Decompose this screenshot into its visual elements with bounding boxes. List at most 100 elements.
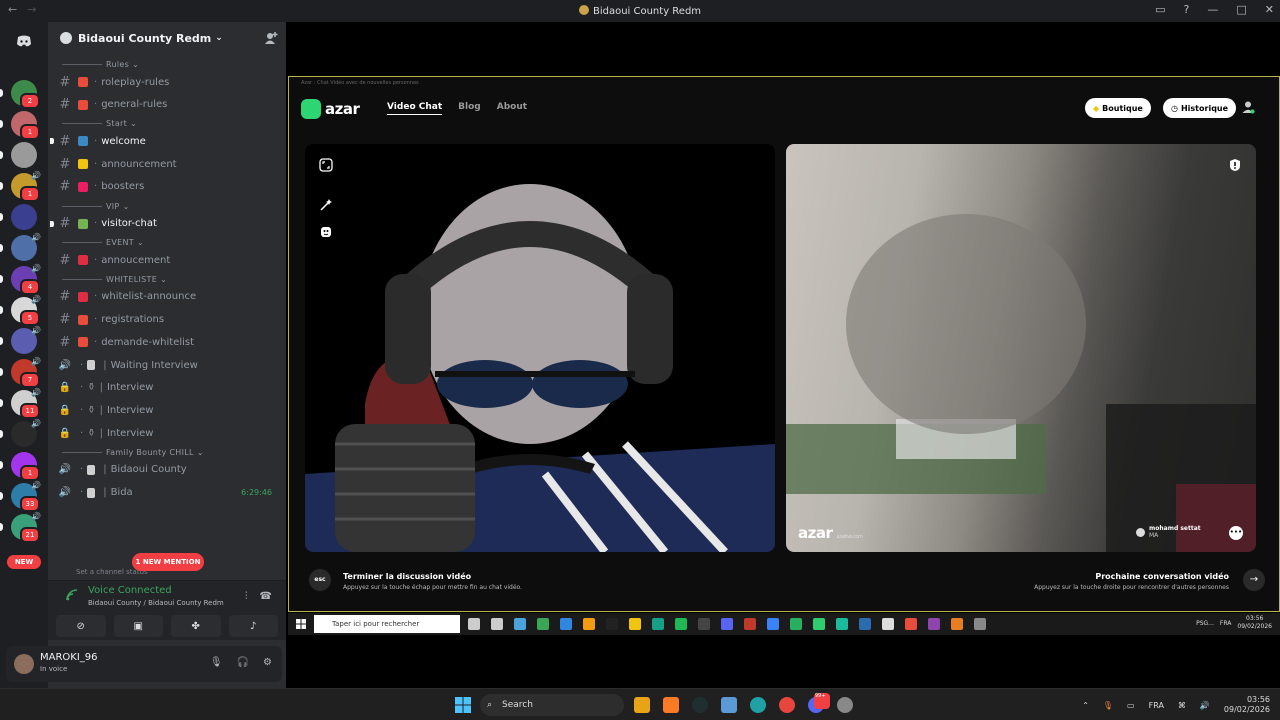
esc-button[interactable]: esc: [309, 569, 331, 591]
locked-voice-channel[interactable]: 🔒 · ⚱ | Interview: [58, 400, 280, 420]
nav-about[interactable]: About: [497, 102, 527, 115]
guild-icon-4[interactable]: 🔊 1: [11, 171, 41, 202]
streamed-app-icon[interactable]: [744, 618, 756, 630]
voice-channel[interactable]: 🔊 · | Bidaoui County: [58, 460, 280, 480]
streamed-app-icon[interactable]: [813, 618, 825, 630]
streamed-app-icon[interactable]: [698, 618, 710, 630]
chevron-up-icon[interactable]: ⌃: [1082, 701, 1089, 710]
hs-app-icon[interactable]: [692, 697, 708, 713]
streamed-app-icon[interactable]: [767, 618, 779, 630]
avatar[interactable]: [14, 654, 34, 674]
nav-video-chat[interactable]: Video Chat: [387, 102, 443, 115]
text-channel[interactable]: # · boosters: [58, 177, 280, 197]
text-channel[interactable]: # · general-rules: [58, 95, 280, 115]
signal-icon[interactable]: [66, 589, 78, 601]
guild-icon-12[interactable]: 🔊: [11, 419, 41, 447]
streamed-app-icon[interactable]: [537, 618, 549, 630]
guild-icon-15[interactable]: 🔊 21: [11, 512, 41, 543]
category-header[interactable]: Start ⌄: [62, 119, 137, 128]
soundboard-button[interactable]: ♪: [228, 615, 278, 637]
guild-icon-5[interactable]: [11, 204, 37, 230]
partner-chip[interactable]: mohamd settat MA: [1136, 524, 1201, 540]
close-button[interactable]: ✕: [1265, 3, 1274, 16]
new-badge[interactable]: NEW: [7, 555, 41, 569]
streamed-app-icon[interactable]: [790, 618, 802, 630]
text-channel[interactable]: # · registrations: [58, 310, 280, 330]
guild-icon-13[interactable]: 1: [11, 452, 40, 481]
photos-icon[interactable]: [721, 697, 737, 713]
locked-voice-channel[interactable]: 🔒 · ⚱ | Interview: [58, 423, 280, 443]
streamed-app-icon[interactable]: [951, 618, 963, 630]
text-channel[interactable]: # · roleplay-rules: [58, 72, 280, 92]
taskbar-clock[interactable]: 03:56 09/02/2026: [1224, 695, 1270, 715]
taskbar-search[interactable]: ⌕ Search: [480, 694, 624, 716]
category-header[interactable]: Rules ⌄: [62, 60, 139, 69]
streamed-app-icon[interactable]: [905, 618, 917, 630]
streamed-search-box[interactable]: Taper ici pour rechercher: [314, 615, 460, 633]
guild-icon-2[interactable]: 1: [11, 111, 40, 140]
text-channel[interactable]: # · annoucement: [58, 250, 280, 270]
microphone-icon[interactable]: 🎙: [210, 657, 223, 668]
text-channel[interactable]: # · demande-whitelist: [58, 332, 280, 352]
headphones-icon[interactable]: 🎧: [237, 657, 249, 668]
guild-icon-14[interactable]: 🔊 33: [11, 481, 41, 512]
category-header[interactable]: WHITELISTE ⌄: [62, 275, 167, 284]
locked-voice-channel[interactable]: 🔒 · ⚱ | Interview: [58, 378, 280, 398]
guild-icon-11[interactable]: 🔊 11: [11, 388, 41, 419]
voice-location[interactable]: Bidaoui County / Bidaoui County Redm: [88, 599, 224, 607]
next-arrow-button[interactable]: →: [1243, 569, 1265, 591]
guild-icon-6[interactable]: 🔊: [11, 233, 41, 261]
help-icon[interactable]: ?: [1184, 3, 1190, 16]
next-chat-title[interactable]: Prochaine conversation vidéo: [1095, 572, 1229, 581]
boutique-button[interactable]: ◆ Boutique: [1085, 98, 1151, 118]
streamed-app-icon[interactable]: [974, 618, 986, 630]
username[interactable]: MAROKI_96: [40, 652, 98, 663]
voice-channel[interactable]: 🔊 · | Waiting Interview: [58, 355, 280, 375]
streamed-app-icon[interactable]: [560, 618, 572, 630]
streamed-app-icon[interactable]: [652, 618, 664, 630]
category-header[interactable]: VIP ⌄: [62, 202, 130, 211]
guild-icon-3[interactable]: [11, 142, 37, 168]
streamed-app-icon[interactable]: [836, 618, 848, 630]
report-icon[interactable]: [1228, 158, 1242, 172]
server-header[interactable]: Bidaoui County Redm ⌄: [48, 22, 286, 54]
guild-icon-8[interactable]: 🔊 5: [11, 295, 41, 326]
noise-suppression-icon[interactable]: ⫶: [245, 591, 248, 602]
category-header[interactable]: EVENT ⌄: [62, 238, 144, 247]
minimize-button[interactable]: —: [1207, 3, 1218, 16]
discord-taskbar-icon[interactable]: 99+: [808, 693, 830, 713]
tray-device-icon[interactable]: ▭: [1127, 701, 1135, 710]
azar-logo[interactable]: azar: [301, 99, 360, 119]
activities-button[interactable]: ✤: [171, 615, 221, 637]
edge-icon[interactable]: [750, 697, 766, 713]
add-member-icon[interactable]: [264, 31, 278, 45]
sticker-icon[interactable]: [319, 225, 333, 239]
camera-off-button[interactable]: ⊘: [56, 615, 106, 637]
settings-gear-icon[interactable]: ⚙: [263, 657, 272, 668]
network-icon[interactable]: ⌘: [1178, 701, 1186, 710]
streamed-app-icon[interactable]: [629, 618, 641, 630]
guild-icon-7[interactable]: 🔊 4: [11, 264, 41, 295]
streamed-app-icon[interactable]: [721, 618, 733, 630]
streamed-lang[interactable]: FRA: [1220, 620, 1231, 627]
guild-icon-9[interactable]: 🔊: [11, 326, 41, 354]
streamed-app-icon[interactable]: [491, 618, 503, 630]
volume-icon[interactable]: 🔊: [1200, 701, 1210, 710]
streamed-app-icon[interactable]: [928, 618, 940, 630]
fullscreen-icon[interactable]: [319, 158, 333, 172]
streamed-app-icon[interactable]: [514, 618, 526, 630]
streamed-app-icon[interactable]: [859, 618, 871, 630]
file-explorer-icon[interactable]: [634, 697, 650, 713]
nav-blog[interactable]: Blog: [458, 102, 481, 115]
more-options-icon[interactable]: •••: [1229, 526, 1243, 540]
discord-home-icon[interactable]: [11, 28, 37, 54]
text-channel[interactable]: # · visitor-chat: [50, 214, 280, 234]
streamed-app-icon[interactable]: [606, 618, 618, 630]
streamed-app-icon[interactable]: [882, 618, 894, 630]
chrome-icon[interactable]: [779, 697, 795, 713]
text-channel[interactable]: # · whitelist-announce: [58, 287, 280, 307]
magic-wand-icon[interactable]: [319, 198, 333, 212]
guild-icon-10[interactable]: 🔊 7: [11, 357, 41, 388]
steam-icon[interactable]: [837, 697, 853, 713]
text-channel[interactable]: # · welcome: [50, 131, 280, 151]
